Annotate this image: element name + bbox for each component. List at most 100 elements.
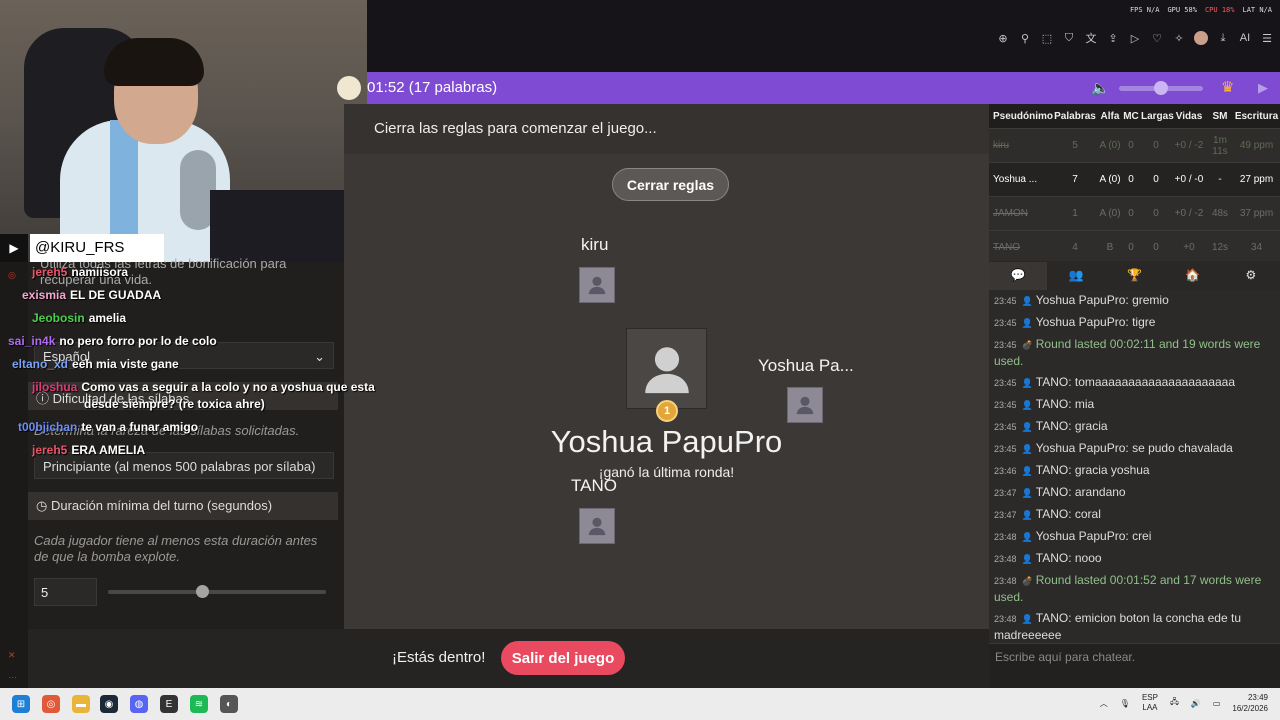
extensions-icon[interactable]: ✧ xyxy=(1172,32,1186,45)
windows-taskbar: ⊞ ◎ ▬ ◉ ◍ E ≋ ◐ ︿ 🎙 ESP LAA 🖧 🔊 ▭ 23:49 16… xyxy=(0,688,1280,720)
youtube-icon: ▶ xyxy=(0,234,28,262)
lat-stat: LAT N/A xyxy=(1242,6,1272,14)
pin-icon[interactable]: ⚲ xyxy=(1018,32,1032,45)
avatar[interactable] xyxy=(1194,31,1208,45)
chat-user: t00bjichan xyxy=(18,420,78,434)
system-tray: ︿ 🎙 ESP LAA 🖧 🔊 ▭ 23:49 16/2/2026 xyxy=(1100,692,1268,714)
chat-username[interactable]: TANO xyxy=(1036,419,1068,433)
duration-slider[interactable] xyxy=(108,590,326,594)
user-icon: 👤 xyxy=(1021,510,1033,520)
zoom-icon[interactable]: ⊕ xyxy=(996,32,1010,45)
chat-username[interactable]: TANO xyxy=(1036,611,1068,625)
chat-icon[interactable]: 💬 xyxy=(989,262,1048,290)
timestamp: 23:45 xyxy=(994,400,1017,410)
col-header[interactable]: Alfa xyxy=(1099,111,1121,122)
heart-icon[interactable]: ♡ xyxy=(1150,32,1164,45)
duration-slider-knob[interactable] xyxy=(195,585,209,598)
home-icon[interactable]: 🏠 xyxy=(1164,262,1222,290)
cpu-stat: CPU 18% xyxy=(1204,6,1235,14)
chevron-up-icon[interactable]: ︿ xyxy=(1100,698,1108,709)
duration-input[interactable]: 5 xyxy=(34,578,97,606)
discord-icon[interactable]: ◍ xyxy=(130,695,148,713)
duration-section[interactable]: ◷ Duración mínima del turno (segundos) xyxy=(28,492,338,520)
chat-username[interactable]: TANO xyxy=(1036,507,1068,521)
close-rules-button[interactable]: Cerrar reglas xyxy=(612,168,729,201)
volume-tray-icon[interactable]: 🔊 xyxy=(1191,699,1201,708)
stream-chat-overlay: jereh5 namiisora exismia EL DE GUADAA Jeob… xyxy=(0,262,375,462)
stream-chat-message: eltano_xd eeh mia viste gane xyxy=(12,357,179,371)
timestamp: 23:47 xyxy=(994,488,1017,498)
menu-icon[interactable]: ☰ xyxy=(1260,32,1274,45)
cell: 1 xyxy=(1072,208,1078,219)
col-header[interactable]: Escritura xyxy=(1233,111,1280,122)
chat-text: Como vas a seguir a la colo y no a yoshu… xyxy=(81,380,375,394)
fps-stat: FPS N/A xyxy=(1129,6,1160,14)
chat-username[interactable]: TANO xyxy=(1036,375,1068,389)
play-icon[interactable]: ▶ xyxy=(1258,80,1268,96)
people-icon[interactable]: 👥 xyxy=(1047,262,1105,290)
cell: 48s xyxy=(1211,208,1229,219)
translate-icon[interactable]: 文 xyxy=(1084,30,1098,46)
joined-status: ¡Estás dentro! xyxy=(392,649,486,666)
stream-chat-message: Jeobosin amelia xyxy=(32,311,126,325)
steam-icon[interactable]: ◉ xyxy=(100,695,118,713)
close-icon[interactable]: ✕ xyxy=(8,650,16,661)
browser-icon[interactable]: ◎ xyxy=(42,695,60,713)
volume-icon[interactable]: 🔈 xyxy=(1091,79,1110,97)
mic-icon[interactable]: 🎙 xyxy=(1120,699,1130,708)
chat-username[interactable]: Yoshua PapuPro xyxy=(1036,441,1126,455)
bomb-icon: 💣 xyxy=(1021,576,1033,586)
chat-username[interactable]: TANO xyxy=(1036,397,1068,411)
shield-icon[interactable]: ⛉ xyxy=(1062,32,1076,45)
chat-username[interactable]: Yoshua PapuPro xyxy=(1036,315,1126,329)
chat-username[interactable]: TANO xyxy=(1036,551,1068,565)
more-icon[interactable]: … xyxy=(8,670,17,680)
scoreboard-header: Pseudónimo Palabras Alfa MC Largas Vidas… xyxy=(989,104,1280,128)
cast-icon[interactable]: ▷ xyxy=(1128,32,1142,45)
chat-username[interactable]: Yoshua PapuPro xyxy=(1036,293,1126,307)
cell: TANO xyxy=(993,242,1021,253)
crown-icon[interactable]: ♛ xyxy=(1221,78,1234,96)
battery-icon[interactable]: ▭ xyxy=(1213,699,1221,708)
download-icon[interactable]: ⤓ xyxy=(1216,32,1230,45)
leave-game-button[interactable]: Salir del juego xyxy=(501,641,625,675)
chat-username[interactable]: TANO xyxy=(1036,463,1068,477)
timestamp: 23:47 xyxy=(994,510,1017,520)
separator: : xyxy=(1068,463,1075,477)
cell: kiru xyxy=(993,140,1010,151)
cell: 34 xyxy=(1250,242,1263,253)
chat-username[interactable]: Yoshua PapuPro xyxy=(1036,529,1126,543)
cell: 0 xyxy=(1153,174,1159,185)
chat-input[interactable]: Escribe aquí para chatear. xyxy=(989,643,1280,688)
cell: B xyxy=(1106,242,1114,253)
ai-icon[interactable]: AI xyxy=(1238,32,1252,44)
share-icon[interactable]: ⇪ xyxy=(1106,32,1120,45)
col-header[interactable]: Pseudónimo xyxy=(989,111,1053,122)
col-header[interactable]: MC xyxy=(1121,111,1141,122)
timestamp: 23:45 xyxy=(994,378,1017,388)
start-icon[interactable]: ⊞ xyxy=(12,695,30,713)
chat-text: Round lasted 00:02:11 and 19 words were … xyxy=(994,337,1261,368)
user-icon: 👤 xyxy=(1021,532,1033,542)
trophy-icon[interactable]: 🏆 xyxy=(1105,262,1163,290)
crop-icon[interactable]: ⬚ xyxy=(1040,32,1054,45)
spotify-icon[interactable]: ≋ xyxy=(190,695,208,713)
bomb-icon: 💣 xyxy=(1021,340,1033,350)
settings-icon[interactable]: ⚙ xyxy=(1222,262,1280,290)
col-header[interactable]: SM xyxy=(1207,111,1233,122)
chat-text: namiisora xyxy=(71,265,129,279)
col-header[interactable]: Vidas xyxy=(1171,111,1207,122)
volume-slider-knob[interactable] xyxy=(1154,81,1168,95)
user-icon: 👤 xyxy=(1021,378,1033,388)
col-header[interactable]: Largas xyxy=(1141,111,1174,122)
app-icon[interactable]: ◐ xyxy=(220,695,238,713)
folder-icon[interactable]: ▬ xyxy=(72,695,90,713)
player-avatar xyxy=(579,508,615,544)
network-icon[interactable]: 🖧 xyxy=(1170,696,1179,710)
chat-username[interactable]: TANO xyxy=(1036,485,1068,499)
col-header[interactable]: Palabras xyxy=(1051,111,1099,122)
player-name: Yoshua Pa... xyxy=(758,356,854,375)
clock[interactable]: 23:49 16/2/2026 xyxy=(1232,692,1268,714)
epic-icon[interactable]: E xyxy=(160,695,178,713)
language-indicator[interactable]: ESP LAA xyxy=(1142,693,1158,713)
